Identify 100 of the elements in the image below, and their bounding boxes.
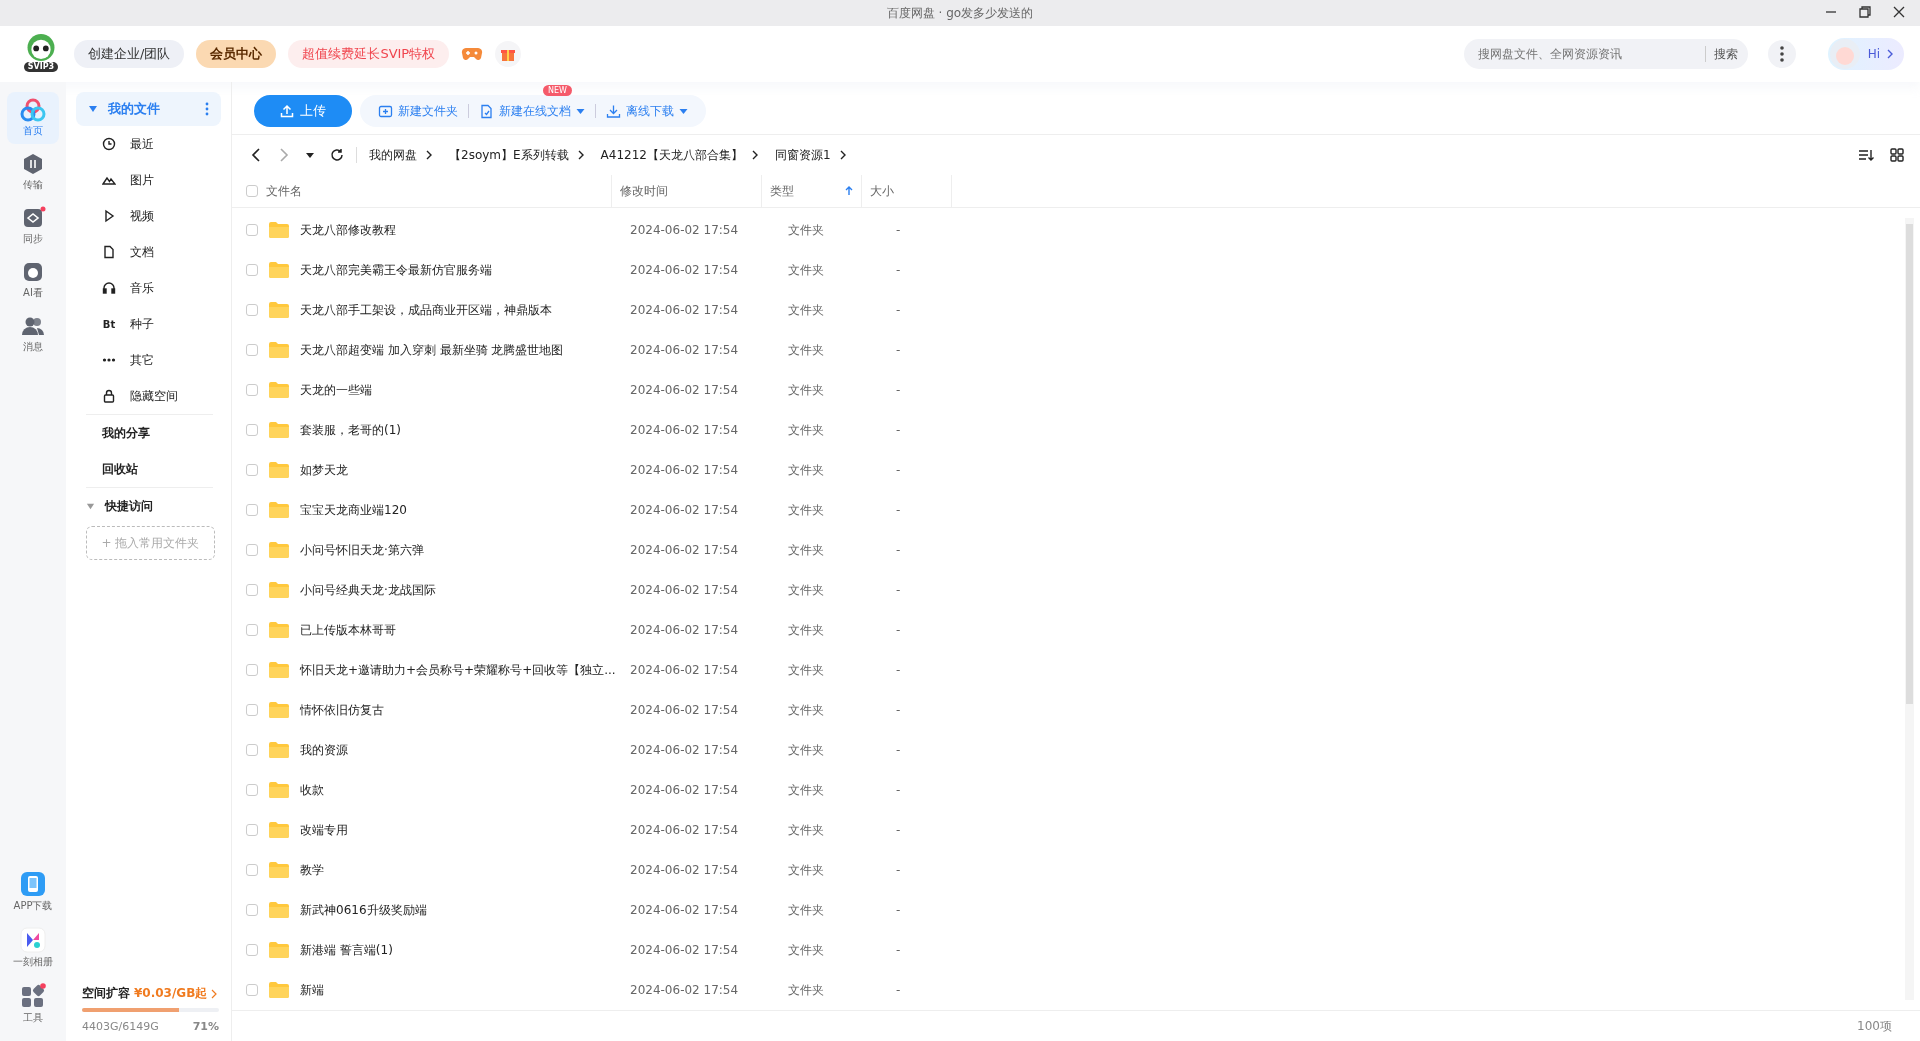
file-name[interactable]: 怀旧天龙+邀请助力+会员称号+荣耀称号+回收等【独立...: [300, 661, 616, 679]
row-checkbox[interactable]: [246, 904, 258, 916]
file-name[interactable]: 天龙八部修改教程: [300, 221, 396, 239]
close-icon[interactable]: [1892, 5, 1906, 19]
file-name[interactable]: 小问号怀旧天龙·第六弹: [300, 541, 424, 559]
row-checkbox[interactable]: [246, 424, 258, 436]
rail-item[interactable]: APP下载: [7, 865, 59, 919]
modified-time: 2024-06-02 17:54: [630, 943, 739, 957]
file-name[interactable]: 小问号经典天龙·龙战国际: [300, 581, 436, 599]
column-header[interactable]: 类型: [762, 175, 862, 207]
search-button[interactable]: 搜索: [1713, 45, 1738, 63]
file-name[interactable]: 新端: [300, 981, 324, 999]
file-name[interactable]: 新港端 誓言端(1): [300, 941, 393, 959]
sidebar-item[interactable]: 其它: [76, 342, 221, 378]
rail-item[interactable]: 传输: [7, 146, 59, 198]
select-all-checkbox[interactable]: [246, 185, 258, 197]
back-icon[interactable]: [250, 147, 262, 163]
file-name[interactable]: 情怀依旧仿复古: [300, 701, 384, 719]
folder-icon: [268, 381, 290, 399]
grid-view-icon[interactable]: [1890, 148, 1904, 162]
sidebar-item[interactable]: 视频: [76, 198, 221, 234]
file-name[interactable]: 天龙八部手工架设，成品商业开区端，神鼎版本: [300, 301, 552, 319]
file-name[interactable]: 收款: [300, 781, 324, 799]
forward-icon[interactable]: [278, 147, 290, 163]
rail-item[interactable]: 工具: [7, 977, 59, 1031]
file-name[interactable]: 天龙八部超变端 加入穿刺 最新坐骑 龙腾盛世地图: [300, 341, 564, 359]
row-checkbox[interactable]: [246, 984, 258, 996]
assistant-button[interactable]: Hi: [1827, 38, 1904, 70]
rail-item[interactable]: 同步: [7, 200, 59, 252]
sidebar-item[interactable]: Bt 种子: [76, 306, 221, 342]
file-name[interactable]: 已上传版本林哥哥: [300, 621, 396, 639]
file-name[interactable]: 改端专用: [300, 821, 348, 839]
file-name[interactable]: 天龙八部完美霸王令最新仿官服务端: [300, 261, 492, 279]
column-header[interactable]: 文件名: [258, 175, 612, 207]
rail-item[interactable]: AI看: [7, 254, 59, 306]
file-size: -: [896, 783, 901, 797]
row-checkbox[interactable]: [246, 504, 258, 516]
row-checkbox[interactable]: [246, 344, 258, 356]
header-button[interactable]: 创建企业/团队: [74, 40, 185, 68]
quick-access-item[interactable]: 快捷访问: [76, 488, 221, 524]
file-name[interactable]: 新武神0616升级奖励端: [300, 901, 427, 919]
row-checkbox[interactable]: [246, 224, 258, 236]
more-icon[interactable]: [205, 102, 209, 116]
my-files-item[interactable]: 我的文件: [76, 92, 221, 126]
rail-item[interactable]: 首页: [7, 92, 59, 144]
folder-icon: [268, 941, 290, 959]
file-name[interactable]: 天龙的一些端: [300, 381, 372, 399]
storage-label: 空间扩容: [82, 985, 130, 1002]
breadcrumb-item[interactable]: 【2soym】E系列转载: [449, 146, 569, 164]
sort-icon[interactable]: [1858, 148, 1874, 162]
row-checkbox[interactable]: [246, 944, 258, 956]
row-checkbox[interactable]: [246, 624, 258, 636]
toolbar-button[interactable]: 离线下载: [596, 95, 698, 127]
sidebar-item[interactable]: 隐藏空间: [76, 378, 221, 414]
sidebar-item[interactable]: 音乐: [76, 270, 221, 306]
more-button[interactable]: [1767, 40, 1796, 68]
row-checkbox[interactable]: [246, 864, 258, 876]
file-name[interactable]: 教学: [300, 861, 324, 879]
modified-time: 2024-06-02 17:54: [630, 303, 739, 317]
column-header[interactable]: 大小: [862, 175, 952, 207]
rail-item[interactable]: 一刻相册: [7, 921, 59, 975]
row-checkbox[interactable]: [246, 824, 258, 836]
sidebar-link[interactable]: 回收站: [76, 451, 221, 487]
column-header[interactable]: 修改时间: [612, 175, 762, 207]
row-checkbox[interactable]: [246, 544, 258, 556]
row-checkbox[interactable]: [246, 744, 258, 756]
row-checkbox[interactable]: [246, 784, 258, 796]
scrollbar[interactable]: [1905, 218, 1914, 1000]
file-name[interactable]: 如梦天龙: [300, 461, 348, 479]
file-name[interactable]: 套装服，老哥的(1): [300, 421, 401, 439]
row-checkbox[interactable]: [246, 264, 258, 276]
panda-avatar-icon[interactable]: [25, 34, 57, 61]
caret-icon[interactable]: [306, 151, 314, 159]
row-checkbox[interactable]: [246, 584, 258, 596]
modified-time: 2024-06-02 17:54: [630, 343, 739, 357]
restore-icon[interactable]: [1858, 5, 1872, 19]
file-name[interactable]: 我的资源: [300, 741, 348, 759]
file-size: -: [896, 583, 901, 597]
breadcrumb-item[interactable]: 同窗资源1: [775, 146, 831, 164]
gamepad-icon[interactable]: [461, 46, 484, 62]
breadcrumb-item[interactable]: A41212【天龙八部合集】: [600, 146, 743, 164]
modified-time: 2024-06-02 17:54: [630, 503, 739, 517]
toolbar-button[interactable]: 新建在线文档: [469, 95, 595, 127]
row-checkbox[interactable]: [246, 664, 258, 676]
row-checkbox[interactable]: [246, 704, 258, 716]
row-checkbox[interactable]: [246, 384, 258, 396]
toolbar-button[interactable]: 新建文件夹: [368, 95, 468, 127]
gift-button[interactable]: [495, 41, 522, 67]
row-checkbox[interactable]: [246, 464, 258, 476]
refresh-icon[interactable]: [330, 148, 344, 162]
sidebar-link[interactable]: 我的分享: [76, 415, 221, 451]
file-name[interactable]: 宝宝天龙商业端120: [300, 501, 407, 519]
row-checkbox[interactable]: [246, 304, 258, 316]
rail-item[interactable]: 消息: [7, 308, 59, 360]
sidebar-item[interactable]: 图片: [76, 162, 221, 198]
search-field[interactable]: 搜网盘文件、全网资源资讯 搜索: [1463, 39, 1748, 69]
sidebar-item[interactable]: 最近: [76, 126, 221, 162]
breadcrumb-item[interactable]: 我的网盘: [369, 146, 417, 164]
header-button[interactable]: 会员中心: [196, 40, 277, 68]
sidebar-item[interactable]: 文档: [76, 234, 221, 270]
